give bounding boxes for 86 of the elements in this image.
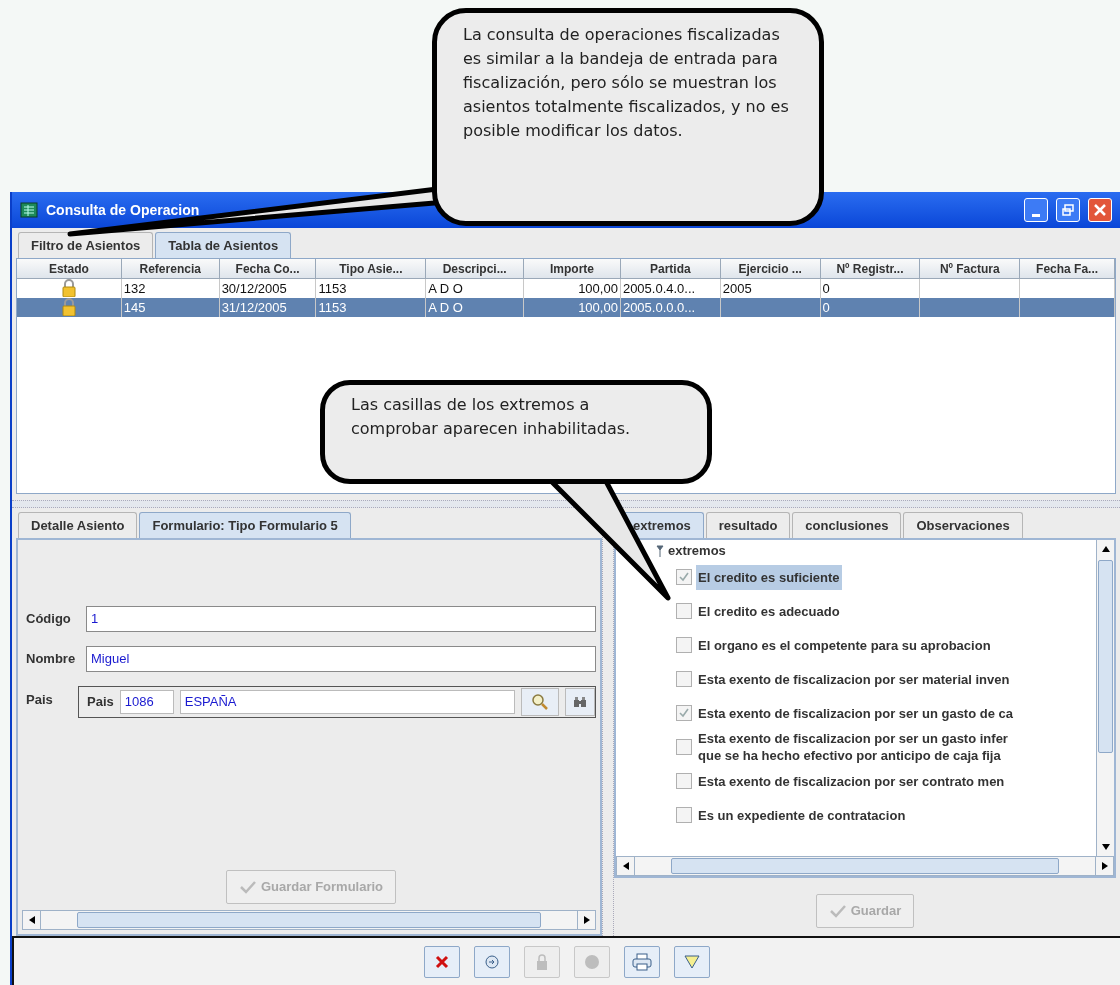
table-cell: 100,00 [578, 281, 618, 296]
toolbar-button[interactable] [624, 945, 660, 978]
checkmark-icon [238, 880, 257, 894]
window-title: Consulta de Operacion [46, 200, 200, 220]
close-button[interactable] [1088, 198, 1112, 222]
column-header[interactable]: Fecha Fa... [1020, 259, 1115, 279]
column-header[interactable]: Importe [524, 259, 621, 279]
table-cell: A D O [428, 300, 463, 315]
checkbox-label: El organo es el competente para su aprobacion [697, 636, 992, 654]
table-cell: 1153 [318, 300, 347, 315]
app-icon [20, 202, 38, 218]
name-field[interactable]: ESPAÑA [179, 690, 515, 714]
table-cell: 30/12/2005 [221, 281, 287, 296]
checkmark-icon [828, 904, 847, 918]
toolbar-button[interactable] [474, 945, 510, 978]
table-cell: 31/12/2005 [221, 300, 287, 315]
search-button[interactable] [521, 688, 559, 716]
column-header[interactable]: Descripci... [426, 259, 525, 279]
horizontal-scrollbar[interactable] [22, 910, 596, 930]
checkbox-label: Es un expediente de contratacion [697, 806, 907, 824]
printer-icon [632, 952, 652, 971]
column-header[interactable]: Referencia [121, 259, 220, 279]
input-field[interactable]: Miguel [86, 646, 596, 672]
circle-icon [584, 953, 600, 970]
scroll-right-icon[interactable] [1101, 862, 1108, 870]
input-field[interactable]: 1 [86, 606, 596, 632]
table-cell: 145 [123, 300, 146, 315]
binoculars-icon [573, 696, 587, 708]
column-header[interactable]: Tipo Asie... [316, 259, 427, 279]
tab[interactable]: Tabla de Asientos [155, 232, 292, 258]
field-label: Nombre [26, 650, 77, 669]
minimize-button[interactable] [1024, 198, 1048, 222]
scroll-down-icon[interactable] [1101, 844, 1110, 850]
scroll-up-icon[interactable] [1101, 546, 1110, 552]
vertical-scrollbar[interactable] [1096, 540, 1114, 856]
field-label: Pais [26, 691, 54, 709]
checkbox-label: Esta exento de fiscalizacion por ser un gasto de ca [697, 704, 1014, 722]
tab[interactable]: Formulario: Tipo Formulario 5 [139, 512, 351, 538]
checkbox-label: El credito es adecuado [697, 602, 841, 620]
tree-node[interactable]: extremos [668, 541, 726, 561]
toolbar-button[interactable] [674, 945, 710, 978]
toolbar-button[interactable] [424, 945, 460, 978]
splitter[interactable] [12, 500, 1120, 508]
search-icon [531, 693, 549, 711]
column-header[interactable]: Partida [620, 259, 721, 279]
tab[interactable]: Observaciones [903, 512, 1023, 538]
table-row[interactable]: 145 31/12/2005 1153 A D O 100,00 2005.0.0.0... 0 [17, 298, 1115, 317]
tab[interactable]: Detalle Asiento [18, 512, 138, 538]
table-cell: A D O [428, 281, 463, 296]
table-cell: 132 [123, 281, 146, 296]
table-cell: 2005.0.0.0... [622, 300, 696, 315]
table-cell: 1153 [318, 281, 347, 296]
expand-handle-icon[interactable] [656, 545, 664, 557]
scroll-right-icon[interactable] [583, 916, 590, 924]
funnel-icon [684, 954, 700, 969]
scroll-left-icon[interactable] [28, 916, 35, 924]
column-header[interactable]: Fecha Co... [219, 259, 317, 279]
tab[interactable]: conclusiones [792, 512, 902, 538]
tab[interactable]: Filtro de Asientos [18, 232, 154, 258]
close-icon [1094, 204, 1106, 216]
callout-bubble: Las casillas de los extremos a comprobar aparecen inhabilitadas. [320, 380, 712, 484]
checkbox-label: Esta exento de fiscalizacion por ser un gasto infer que se ha hecho efectivo por anticipo de caja fija [697, 730, 1009, 764]
table-cell: 0 [822, 300, 830, 315]
checkbox-label: Esta exento de fiscalizacion por ser material inven [697, 670, 1011, 688]
code-field[interactable]: 1086 [119, 690, 174, 714]
close-icon [435, 954, 449, 969]
tab[interactable]: resultado [705, 512, 791, 538]
padlock-icon [535, 953, 549, 970]
horizontal-scrollbar[interactable] [616, 856, 1114, 876]
restore-button[interactable] [1056, 198, 1080, 222]
checkbox-label: El credito es suficiente [696, 564, 842, 590]
field-label: Código [26, 610, 72, 629]
scroll-left-icon[interactable] [622, 862, 629, 870]
restore-icon [1062, 204, 1074, 216]
field-label: Pais [87, 693, 114, 712]
callout-bubble: La consulta de operaciones fiscalizadas es similar a la bandeja de entrada para fiscalización, pero sólo se muestran los asientos totalmente fiscalizados, y no es posible modificar los datos. [432, 8, 824, 226]
column-header[interactable]: Nº Registr... [820, 259, 921, 279]
column-header[interactable]: Nº Factura [920, 259, 1021, 279]
table-cell: 0 [822, 281, 830, 296]
column-header[interactable]: Estado [17, 259, 122, 279]
column-header[interactable]: Ejercicio ... [720, 259, 821, 279]
binoculars-button[interactable] [565, 688, 595, 716]
table-cell: 2005 [722, 281, 752, 296]
table-cell: 100,00 [578, 300, 618, 315]
table-cell: 2005.0.4.0... [622, 281, 696, 296]
checkbox-label: Esta exento de fiscalizacion por ser contrato men [697, 772, 1006, 790]
